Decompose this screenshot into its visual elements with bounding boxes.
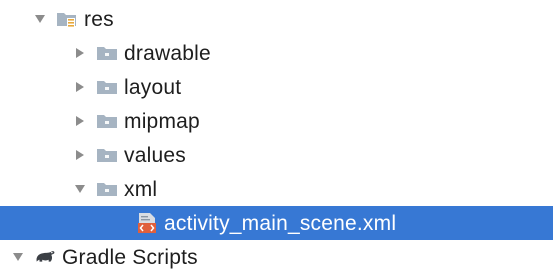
collapsed-arrow-icon[interactable]: [72, 113, 88, 129]
folder-icon: [96, 180, 118, 198]
tree-item-activity-main-scene-xml[interactable]: activity_main_scene.xml: [0, 206, 553, 240]
tree-item-label: drawable: [124, 41, 211, 65]
tree-item-label: xml: [124, 177, 158, 201]
folder-icon: [96, 78, 118, 96]
expanded-arrow-icon[interactable]: [10, 249, 26, 265]
tree-item-mipmap[interactable]: mipmap: [0, 104, 553, 138]
tree-item-label: mipmap: [124, 109, 200, 133]
tree-item-label: values: [124, 143, 186, 167]
tree-item-label: res: [84, 7, 114, 31]
folder-icon: [96, 44, 118, 62]
collapsed-arrow-icon[interactable]: [72, 45, 88, 61]
tree-item-label: Gradle Scripts: [62, 245, 198, 269]
folder-icon: [96, 146, 118, 164]
tree-item-xml[interactable]: xml: [0, 172, 553, 206]
collapsed-arrow-icon[interactable]: [72, 79, 88, 95]
xml-file-icon: [136, 213, 158, 233]
tree-item-drawable[interactable]: drawable: [0, 36, 553, 70]
expanded-arrow-icon[interactable]: [32, 11, 48, 27]
project-tree: res drawable layout mipmap values xml ac…: [0, 0, 553, 269]
tree-item-res[interactable]: res: [0, 2, 553, 36]
tree-item-label: layout: [124, 75, 182, 99]
tree-item-label: activity_main_scene.xml: [164, 211, 397, 235]
tree-item-layout[interactable]: layout: [0, 70, 553, 104]
tree-item-values[interactable]: values: [0, 138, 553, 172]
no-arrow-spacer: [112, 215, 128, 231]
folder-icon: [96, 112, 118, 130]
expanded-arrow-icon[interactable]: [72, 181, 88, 197]
collapsed-arrow-icon[interactable]: [72, 147, 88, 163]
gradle-elephant-icon: [34, 248, 56, 266]
resource-folder-icon: [56, 10, 78, 28]
